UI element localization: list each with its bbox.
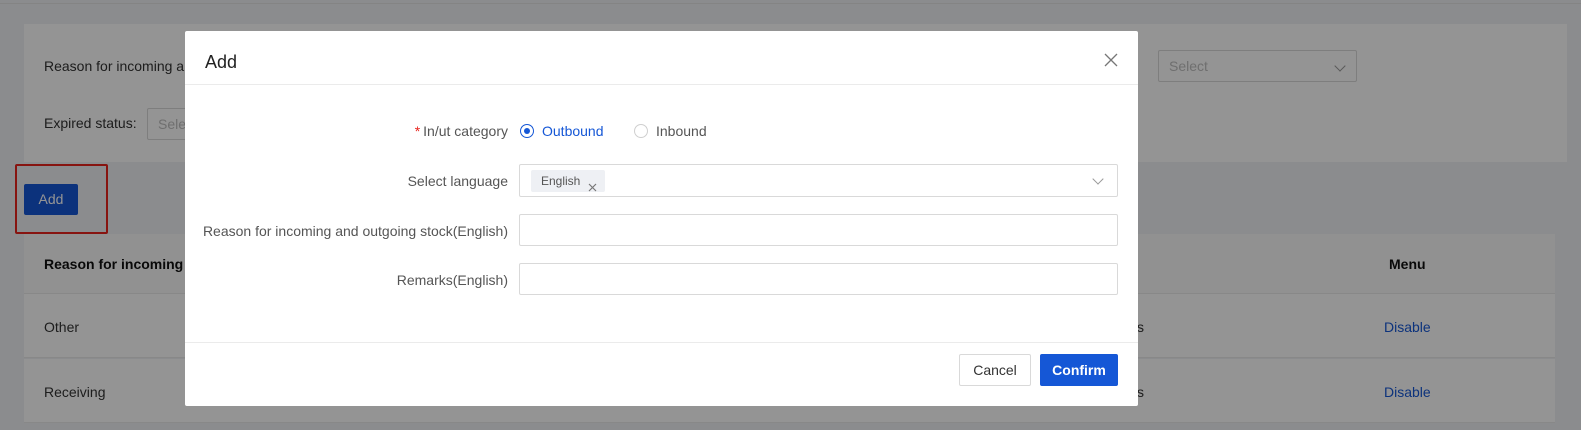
radio-unchecked-icon <box>634 124 648 138</box>
confirm-button[interactable]: Confirm <box>1040 354 1118 386</box>
language-tag-label: English <box>541 174 581 188</box>
chevron-down-icon <box>1092 173 1104 185</box>
dialog-title: Add <box>205 52 238 72</box>
cancel-button[interactable]: Cancel <box>959 354 1031 386</box>
radio-outbound-label: Outbound <box>542 123 604 139</box>
radio-inbound[interactable]: Inbound <box>634 123 707 139</box>
language-multi-select[interactable]: English <box>519 164 1118 197</box>
category-label: * In/ut category <box>415 123 508 139</box>
required-mark: * <box>414 123 421 139</box>
radio-inbound-label: Inbound <box>656 123 707 139</box>
reason-label: Reason for incoming and outgoing stock(E… <box>202 223 508 239</box>
add-dialog: Add * In/ut category Outbound Inbound Sel… <box>185 31 1138 406</box>
dialog-footer: Cancel Confirm <box>185 342 1138 406</box>
language-tag: English <box>531 170 606 192</box>
close-icon[interactable] <box>1104 53 1118 67</box>
radio-checked-icon <box>520 124 534 138</box>
remarks-input[interactable] <box>519 263 1118 295</box>
reason-input[interactable] <box>519 214 1118 246</box>
radio-outbound[interactable]: Outbound <box>520 123 604 139</box>
dialog-header: Add <box>185 31 1138 85</box>
remarks-label: Remarks(English) <box>396 272 508 288</box>
category-label-text: In/ut category <box>423 123 508 139</box>
tag-close-icon[interactable] <box>588 177 597 191</box>
language-label: Select language <box>407 173 508 189</box>
